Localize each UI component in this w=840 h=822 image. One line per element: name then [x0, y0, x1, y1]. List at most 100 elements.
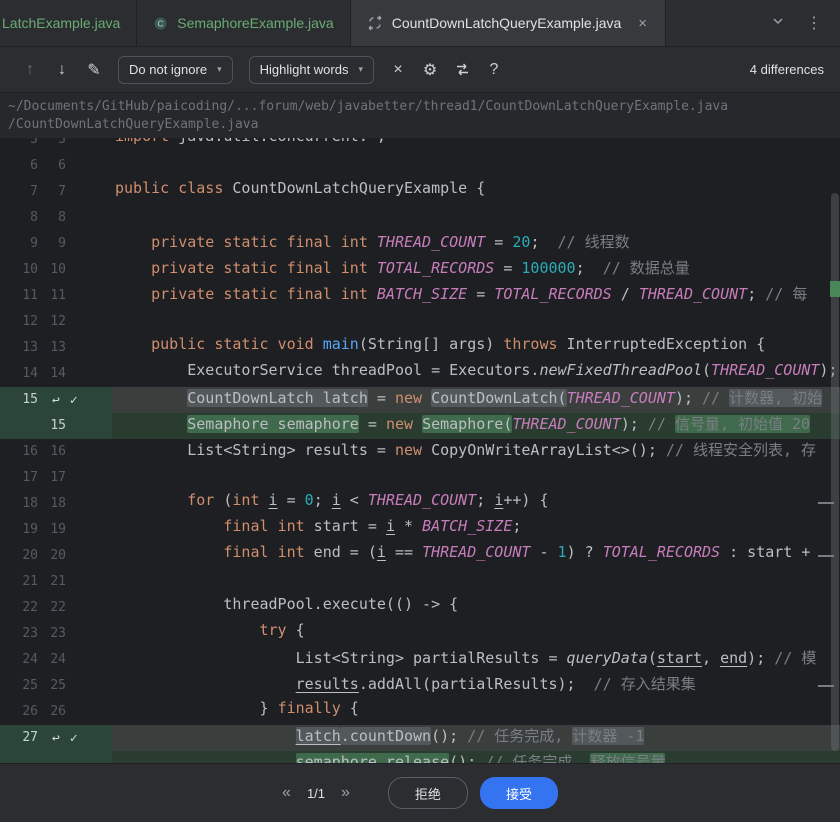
- code-rows: 55import java.util.concurrent.*;6677publ…: [0, 138, 840, 763]
- code-text: [112, 153, 840, 179]
- gutter: 1919: [0, 517, 112, 543]
- code-line: 2424 List<String> partialResults = query…: [0, 647, 840, 673]
- line-number-old: 15: [0, 387, 38, 413]
- gutter: 66: [0, 153, 112, 179]
- tab-latch-example[interactable]: LatchExample.java: [0, 0, 136, 46]
- code-text: try {: [112, 621, 840, 647]
- gutter: 99: [0, 231, 112, 257]
- line-number-old: 17: [0, 465, 38, 491]
- gutter: 15 ↩ ✓: [0, 387, 112, 413]
- gutter: 2525: [0, 673, 112, 699]
- ignore-policy-dropdown[interactable]: Do not ignore ▾: [118, 56, 233, 84]
- gutter: 55: [0, 138, 112, 153]
- svg-text:C: C: [158, 19, 164, 28]
- code-line: 2222 threadPool.execute(() -> {: [0, 595, 840, 621]
- edit-icon[interactable]: ✎: [80, 56, 108, 84]
- tab-label: SemaphoreExample.java: [177, 15, 333, 31]
- next-change-icon[interactable]: »: [341, 784, 350, 802]
- code-line: 2525 results.addAll(partialResults); // …: [0, 673, 840, 699]
- code-line: 1616 List<String> results = new CopyOnWr…: [0, 439, 840, 465]
- gutter: 1212: [0, 309, 112, 335]
- gutter: 1616: [0, 439, 112, 465]
- line-number-new: 9: [38, 231, 66, 257]
- code-text: private static final int TOTAL_RECORDS =…: [112, 257, 840, 283]
- code-line: 1313 public static void main(String[] ar…: [0, 335, 840, 361]
- code-line: 2323 try {: [0, 621, 840, 647]
- highlight-mode-value: Highlight words: [260, 62, 349, 77]
- code-text: public static void main(String[] args) t…: [112, 335, 840, 361]
- close-icon[interactable]: ×: [384, 56, 412, 84]
- code-line: 27↩✓ latch.countDown(); // 任务完成, 计数器 -1: [0, 725, 840, 751]
- code-text: final int end = (i == THREAD_COUNT - 1) …: [112, 543, 840, 569]
- line-number-new: 11: [38, 283, 66, 309]
- accept-change-icon[interactable]: ✓: [70, 393, 78, 408]
- close-tab-icon[interactable]: ×: [636, 15, 649, 32]
- line-number-new: 26: [38, 699, 66, 725]
- line-number-new: 15: [38, 413, 66, 439]
- gutter: [0, 751, 112, 763]
- tab-countdownlatch-query-example[interactable]: CountDownLatchQueryExample.java ×: [351, 0, 665, 46]
- code-line: 1111 private static final int BATCH_SIZE…: [0, 283, 840, 309]
- code-line: semaphore.release(); // 任务完成, 释放信号量: [0, 751, 840, 763]
- file-path-line1: ~/Documents/GitHub/paicoding/...forum/we…: [8, 98, 832, 116]
- compare-branches-icon[interactable]: [448, 56, 476, 84]
- code-text: List<String> partialResults = queryData(…: [112, 647, 840, 673]
- diff-file-icon: [367, 15, 383, 31]
- gutter: 2424: [0, 647, 112, 673]
- line-number-new: 8: [38, 205, 66, 231]
- line-number-new: 12: [38, 309, 66, 335]
- line-number-new: 22: [38, 595, 66, 621]
- file-path-bar: ~/Documents/GitHub/paicoding/...forum/we…: [0, 92, 840, 138]
- next-difference-icon[interactable]: ↓: [48, 56, 76, 84]
- reject-button[interactable]: 拒绝: [388, 777, 468, 809]
- gutter: 1414: [0, 361, 112, 387]
- line-number-old: 11: [0, 283, 38, 309]
- revert-change-icon[interactable]: ↩: [52, 731, 60, 746]
- line-number-new: 16: [38, 439, 66, 465]
- chevron-down-icon[interactable]: [770, 13, 786, 34]
- previous-difference-icon[interactable]: ↑: [16, 56, 44, 84]
- chevron-down-icon: ▾: [217, 64, 222, 75]
- insert-marker: [830, 281, 840, 297]
- gutter: 2222: [0, 595, 112, 621]
- gutter: 2121: [0, 569, 112, 595]
- line-number-old: 6: [0, 153, 38, 179]
- line-number-new: 7: [38, 179, 66, 205]
- tab-label: CountDownLatchQueryExample.java: [392, 15, 622, 31]
- code-line: 1010 private static final int TOTAL_RECO…: [0, 257, 840, 283]
- gutter: 27 ↩ ✓: [0, 725, 112, 751]
- gutter: 2323: [0, 621, 112, 647]
- gear-icon[interactable]: ⚙: [416, 56, 444, 84]
- line-number-old: 27: [0, 725, 38, 751]
- line-number-old: 16: [0, 439, 38, 465]
- tab-semaphore-example[interactable]: C SemaphoreExample.java: [137, 0, 349, 46]
- gutter: 1818: [0, 491, 112, 517]
- code-text: ExecutorService threadPool = Executors.n…: [112, 361, 840, 387]
- differences-count: 4 differences: [750, 62, 824, 77]
- kebab-menu-icon[interactable]: ⋮: [806, 13, 822, 33]
- code-text: Semaphore semaphore = new Semaphore(THRE…: [112, 413, 840, 439]
- line-number-new: 6: [38, 153, 66, 179]
- file-path-line2: /CountDownLatchQueryExample.java: [8, 116, 832, 134]
- line-number-old: 21: [0, 569, 38, 595]
- accept-change-icon[interactable]: ✓: [70, 731, 78, 746]
- line-number-new: 18: [38, 491, 66, 517]
- line-number-old: 7: [0, 179, 38, 205]
- highlight-mode-dropdown[interactable]: Highlight words ▾: [249, 56, 374, 84]
- code-line: 2626 } finally {: [0, 699, 840, 725]
- line-number-new: 23: [38, 621, 66, 647]
- change-marker: [818, 502, 834, 504]
- vertical-scrollbar[interactable]: [831, 193, 839, 751]
- editor: 55import java.util.concurrent.*;6677publ…: [0, 138, 840, 763]
- previous-change-icon[interactable]: «: [282, 784, 291, 802]
- line-number-old: 23: [0, 621, 38, 647]
- line-number-old: 5: [0, 138, 38, 153]
- code-line: 1717: [0, 465, 840, 491]
- line-number-new: 20: [38, 543, 66, 569]
- code-line: 1414 ExecutorService threadPool = Execut…: [0, 361, 840, 387]
- line-number-old: 14: [0, 361, 38, 387]
- accept-button[interactable]: 接受: [480, 777, 558, 809]
- editor-tab-bar: LatchExample.java C SemaphoreExample.jav…: [0, 0, 840, 46]
- revert-change-icon[interactable]: ↩: [52, 393, 60, 408]
- help-icon[interactable]: ?: [480, 56, 508, 84]
